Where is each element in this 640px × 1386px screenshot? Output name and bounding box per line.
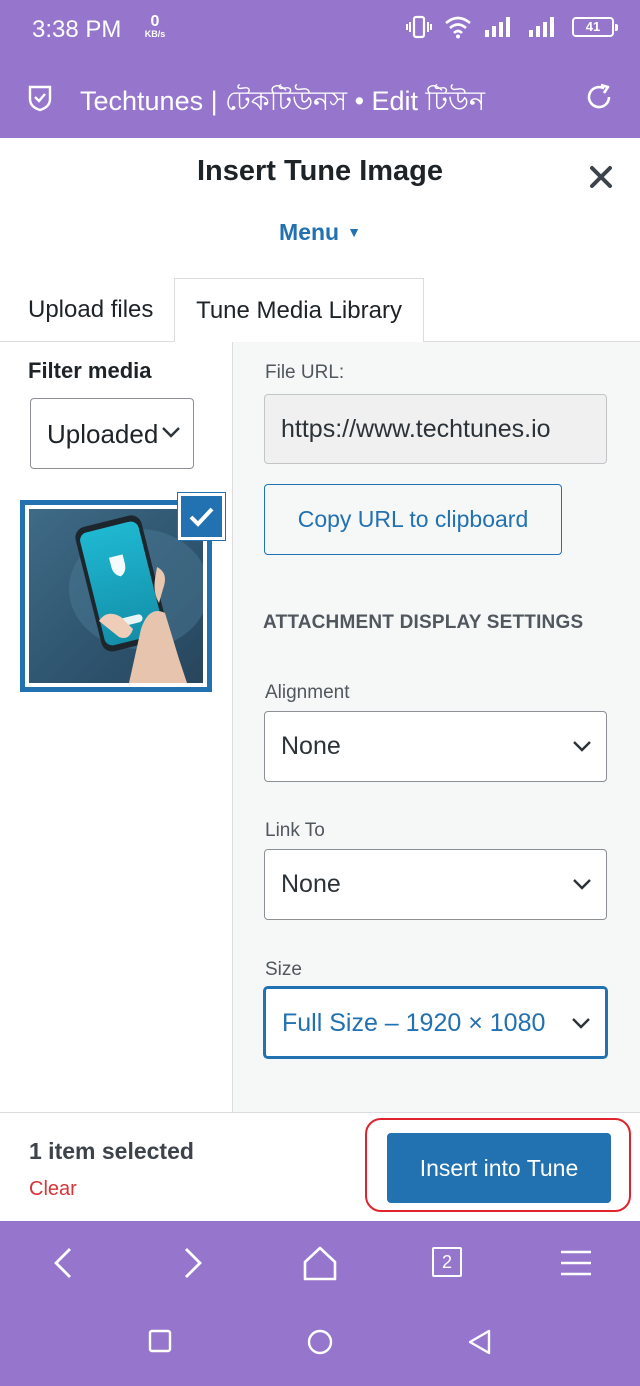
size-label: Size — [265, 959, 302, 980]
alignment-label: Alignment — [265, 682, 350, 703]
signal-icon-2 — [529, 17, 554, 37]
alignment-select[interactable]: None — [264, 711, 607, 782]
system-home-icon[interactable] — [307, 1329, 333, 1355]
link-to-select[interactable]: None — [264, 849, 607, 920]
system-back-icon[interactable] — [467, 1329, 493, 1355]
media-browser: Filter media Uploaded — [0, 342, 232, 1112]
wifi-icon — [445, 16, 471, 39]
media-content: Filter media Uploaded File URL: https://… — [0, 342, 640, 1112]
display-settings-heading: ATTACHMENT DISPLAY SETTINGS — [263, 612, 584, 633]
insert-image-modal: Insert Tune Image Menu ▼ Upload files Tun… — [0, 138, 640, 1221]
copy-url-button[interactable]: Copy URL to clipboard — [264, 484, 562, 555]
media-tabs: Upload files Tune Media Library — [0, 278, 640, 343]
status-bar: 3:38 PM 0 KB/s 41 — [0, 0, 640, 60]
insert-into-tune-button[interactable]: Insert into Tune — [387, 1133, 611, 1203]
home-icon[interactable] — [300, 1243, 340, 1283]
chevron-down-icon — [161, 426, 181, 438]
chevron-down-icon — [572, 1018, 590, 1029]
tab-count: 2 — [432, 1247, 462, 1277]
page-title[interactable]: Techtunes | টেকটিউনস • Edit টিউন — [80, 81, 485, 126]
tabs-button[interactable]: 2 — [428, 1243, 468, 1283]
network-speed-value: 0 — [150, 13, 160, 30]
vibrate-icon — [406, 15, 432, 39]
filter-media-select[interactable]: Uploaded — [30, 398, 194, 469]
signal-icon — [485, 17, 510, 37]
caret-down-icon: ▼ — [347, 224, 361, 240]
network-speed: 0 KB/s — [138, 14, 172, 39]
system-nav-bar — [0, 1301, 640, 1386]
link-to-label: Link To — [265, 820, 325, 841]
selected-check-icon[interactable] — [178, 493, 225, 540]
menu-toggle[interactable]: Menu ▼ — [0, 219, 640, 246]
modal-title: Insert Tune Image — [196, 155, 444, 187]
file-url-label: File URL: — [265, 362, 345, 383]
tab-media-library[interactable]: Tune Media Library — [174, 278, 424, 343]
selection-count: 1 item selected — [29, 1138, 194, 1164]
link-to-value: None — [281, 870, 341, 898]
clear-selection-link[interactable]: Clear — [29, 1178, 77, 1201]
filter-media-label: Filter media — [28, 358, 152, 383]
phone-vpn-image — [29, 509, 203, 683]
browser-bar: Techtunes | টেকটিউনস • Edit টিউন — [0, 60, 640, 138]
close-icon[interactable] — [588, 164, 614, 190]
file-url-input[interactable]: https://www.techtunes.io — [264, 394, 607, 464]
network-speed-unit: KB/s — [144, 29, 166, 39]
status-time: 3:38 PM — [32, 16, 122, 43]
status-icons: 41 — [406, 15, 618, 39]
size-select[interactable]: Full Size – 1920 × 1080 — [264, 987, 607, 1058]
reload-icon[interactable] — [584, 82, 614, 112]
filter-media-value: Uploaded — [47, 419, 159, 449]
menu-icon[interactable] — [556, 1243, 596, 1283]
attachment-details: File URL: https://www.techtunes.io Copy … — [232, 342, 640, 1112]
battery-icon: 41 — [572, 17, 618, 37]
recents-icon[interactable] — [148, 1329, 172, 1353]
size-value: Full Size – 1920 × 1080 — [282, 1009, 546, 1037]
shield-check-icon[interactable] — [28, 84, 52, 112]
tab-upload-files[interactable]: Upload files — [28, 278, 153, 342]
chevron-down-icon — [573, 741, 591, 752]
modal-toolbar: 1 item selected Clear Insert into Tune — [0, 1112, 640, 1221]
attachment-thumbnail[interactable] — [20, 493, 225, 692]
phone-illustration — [69, 515, 203, 683]
alignment-value: None — [281, 732, 341, 760]
back-icon[interactable] — [44, 1243, 84, 1283]
menu-label: Menu — [279, 219, 340, 245]
browser-nav-bar: 2 — [0, 1221, 640, 1301]
forward-icon[interactable] — [172, 1243, 212, 1283]
chevron-down-icon — [573, 879, 591, 890]
